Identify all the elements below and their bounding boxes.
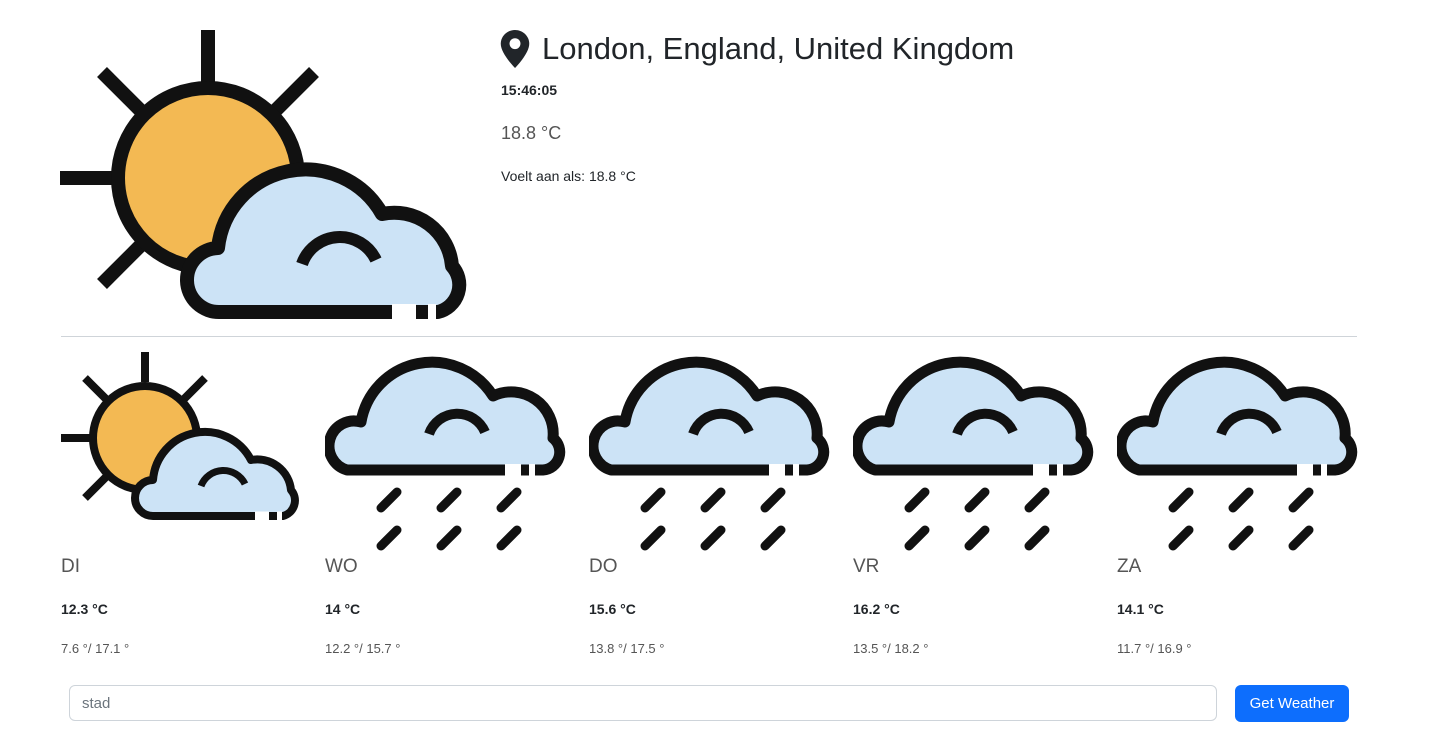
current-temperature: 18.8 °C — [501, 123, 562, 143]
location-heading: London, England, United Kingdom — [500, 30, 1014, 68]
forecast-day-name: DO — [589, 556, 618, 577]
sun-cloud-icon — [60, 30, 467, 320]
location-name: London, England, United Kingdom — [542, 31, 1015, 66]
forecast-day: VR 16.2 °C 13.5 °/ 18.2 ° — [853, 350, 1103, 670]
rain-cloud-icon — [589, 356, 830, 551]
forecast-day-name: WO — [325, 556, 358, 577]
city-search-input[interactable] — [69, 685, 1217, 721]
forecast-day: DO 15.6 °C 13.8 °/ 17.5 ° — [589, 350, 839, 670]
forecast-temperature: 16.2 °C — [853, 601, 900, 617]
forecast-range: 13.5 °/ 18.2 ° — [853, 641, 929, 656]
forecast-temperature: 12.3 °C — [61, 601, 108, 617]
rain-cloud-icon — [853, 356, 1094, 551]
forecast-day: ZA 14.1 °C 11.7 °/ 16.9 ° — [1117, 350, 1367, 670]
forecast-temperature: 14.1 °C — [1117, 601, 1164, 617]
forecast-temperature: 14 °C — [325, 601, 361, 617]
forecast-day: WO 14 °C 12.2 °/ 15.7 ° — [325, 350, 575, 670]
rain-cloud-icon — [1117, 356, 1358, 551]
sun-cloud-icon — [61, 352, 299, 521]
forecast-day-name: ZA — [1117, 556, 1142, 577]
forecast-day-name: VR — [853, 556, 880, 577]
forecast-temperature: 15.6 °C — [589, 601, 636, 617]
divider — [61, 336, 1357, 337]
forecast-day-name: DI — [61, 556, 80, 577]
forecast-range: 7.6 °/ 17.1 ° — [61, 641, 130, 656]
rain-cloud-icon — [325, 356, 566, 551]
current-time: 15:46:05 — [501, 82, 558, 98]
get-weather-button[interactable]: Get Weather — [1235, 685, 1349, 722]
forecast-range: 13.8 °/ 17.5 ° — [589, 641, 665, 656]
map-pin-icon — [500, 30, 530, 68]
feels-like: Voelt aan als: 18.8 °C — [501, 168, 636, 184]
forecast-range: 11.7 °/ 16.9 ° — [1117, 641, 1192, 656]
forecast-day: DI 12.3 °C 7.6 °/ 17.1 ° — [61, 350, 311, 670]
forecast-range: 12.2 °/ 15.7 ° — [325, 641, 401, 656]
